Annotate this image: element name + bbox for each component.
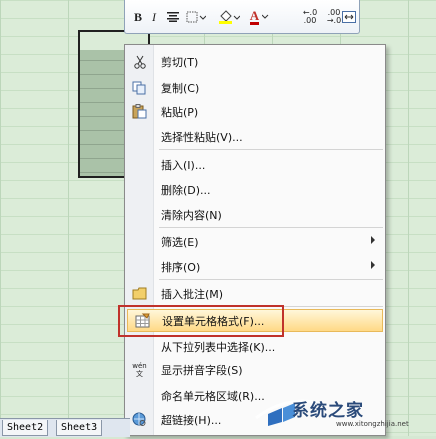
menu-item-insert[interactable]: 插入(I)... <box>125 154 385 175</box>
submenu-arrow-icon <box>371 236 375 244</box>
comment-icon <box>131 285 148 302</box>
bold-button[interactable]: B <box>131 8 145 26</box>
sheet-tab-sheet3[interactable]: Sheet3 <box>56 420 103 436</box>
hyperlink-icon <box>131 411 148 428</box>
menu-separator <box>159 227 383 228</box>
menu-item-delete[interactable]: 删除(D)... <box>125 179 385 200</box>
watermark-text: 系统之家 <box>292 401 364 421</box>
fill-color-icon[interactable] <box>217 8 241 26</box>
menu-item-paste-special[interactable]: 选择性粘贴(V)... <box>125 126 385 147</box>
menu-item-cut[interactable]: 剪切(T) <box>125 51 385 72</box>
menu-separator <box>159 149 383 150</box>
font-color-icon[interactable]: A <box>249 8 271 26</box>
align-center-icon[interactable] <box>165 8 181 26</box>
highlight-callout-box <box>118 305 284 337</box>
menu-item-clear-contents[interactable]: 清除内容(N) <box>125 204 385 225</box>
mini-toolbar: B I A ←.0 .00 .00 →.0 <box>124 0 360 34</box>
menu-item-paste[interactable]: 粘贴(P) <box>125 101 385 122</box>
increase-decimal-button[interactable]: ←.0 .00 <box>299 8 321 26</box>
sheet-tab-sheet2[interactable]: Sheet2 <box>2 420 49 436</box>
menu-item-copy[interactable]: 复制(C) <box>125 77 385 98</box>
menu-item-show-phonetic[interactable]: wén 文 显示拼音字段(S) <box>125 359 385 380</box>
borders-icon[interactable] <box>185 8 207 26</box>
paste-icon <box>131 103 148 120</box>
menu-item-insert-comment[interactable]: 插入批注(M) <box>125 283 385 304</box>
italic-button[interactable]: I <box>147 8 161 26</box>
menu-separator <box>159 279 383 280</box>
menu-item-sort[interactable]: 排序(O) <box>125 256 385 277</box>
scissors-icon <box>131 53 148 70</box>
menu-item-filter[interactable]: 筛选(E) <box>125 231 385 252</box>
phonetic-icon: wén 文 <box>132 361 147 378</box>
sheet-tab-bar: Sheet2 Sheet3 <box>0 418 130 437</box>
submenu-arrow-icon <box>371 261 375 269</box>
merge-center-icon[interactable] <box>341 8 357 26</box>
watermark-url: www.xitongzhijia.net <box>336 420 409 428</box>
context-menu: 剪切(T) 复制(C) 粘贴(P) 选择性粘贴(V)... 插入(I)... 删… <box>124 44 386 436</box>
copy-icon <box>131 79 148 96</box>
menu-item-pick-from-list[interactable]: 从下拉列表中选择(K)... <box>125 336 385 357</box>
